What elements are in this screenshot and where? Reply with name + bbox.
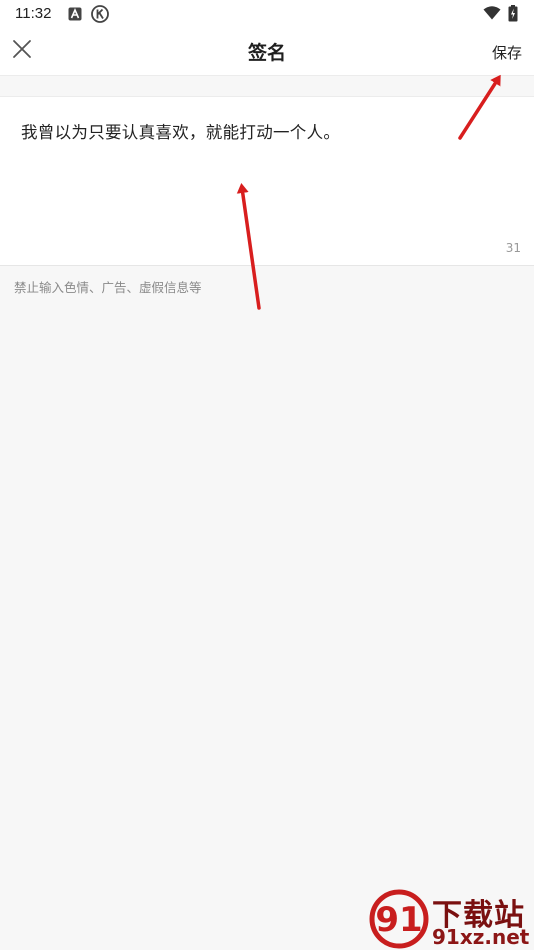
status-time: 11:32: [15, 5, 52, 22]
nav-bar: 签名 保存: [0, 28, 534, 76]
signature-text[interactable]: 我曾以为只要认真喜欢，就能打动一个人。: [21, 119, 340, 143]
input-hint: 禁止输入色情、广告、虚假信息等: [14, 280, 202, 295]
a-notification-icon: [68, 7, 82, 21]
wifi-icon: [483, 6, 501, 20]
section-gap: [0, 76, 534, 96]
watermark-domain: 91xz.net: [432, 925, 530, 949]
battery-charging-icon: [508, 5, 518, 22]
save-button[interactable]: 保存: [492, 42, 522, 63]
status-bar: 11:32: [0, 0, 534, 28]
k-notification-icon: [91, 5, 109, 23]
watermark-logo-icon: 91: [369, 889, 429, 949]
page-title: 签名: [247, 42, 286, 64]
signature-input[interactable]: 我曾以为只要认真喜欢，就能打动一个人。 31: [0, 96, 534, 266]
site-watermark: 91 下载站 91xz.net: [368, 888, 534, 950]
svg-text:91: 91: [375, 900, 422, 940]
char-count: 31: [505, 241, 521, 255]
